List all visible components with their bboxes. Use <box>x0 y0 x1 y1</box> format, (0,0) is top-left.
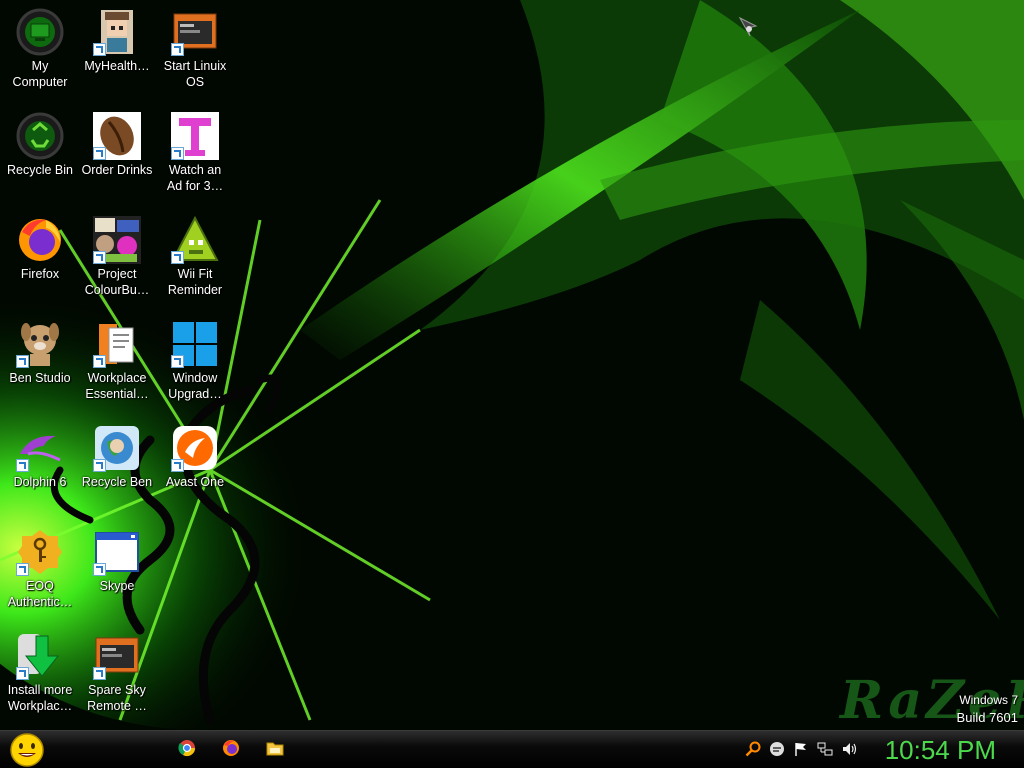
desktop-icon-label: Recycle Ben <box>81 475 153 489</box>
start-button[interactable] <box>8 733 46 767</box>
pixel-person-icon <box>93 8 141 56</box>
desktop-icon[interactable]: Window Upgrad… <box>156 320 234 402</box>
shortcut-arrow-icon <box>171 355 184 368</box>
watermark-line1: Windows 7 <box>959 693 1018 707</box>
os-watermark: Windows 7 Build 7601 <box>957 692 1018 726</box>
desktop-icon-label: Install more Workplac… <box>7 683 73 713</box>
dolphin-icon <box>16 424 64 472</box>
desktop-icon[interactable]: Workplace Essential… <box>78 320 156 402</box>
desktop-icon-label: Watch an Ad for 3… <box>166 163 224 193</box>
desktop-icon-label: Start Linuix OS <box>163 59 227 89</box>
desktop-icon[interactable]: Watch an Ad for 3… <box>156 112 234 194</box>
shortcut-arrow-icon <box>93 147 106 160</box>
folder-icon[interactable] <box>266 739 286 759</box>
my-computer-icon <box>16 8 64 56</box>
documents-icon <box>93 320 141 368</box>
desktop-icon[interactable]: Project ColourBu… <box>78 216 156 298</box>
desktop-icon-label: MyHealth… <box>84 59 150 73</box>
watermark-line2: Build 7601 <box>956 710 1018 725</box>
desktop-icon[interactable]: Start Linuix OS <box>156 8 234 90</box>
desktop-icon-label: Firefox <box>20 267 60 281</box>
desktop-icon[interactable]: My Computer <box>1 8 79 90</box>
desktop-icon-label: Ben Studio <box>9 371 71 385</box>
desktop-icon[interactable]: Recycle Bin <box>1 112 79 178</box>
desktop-icon-label: Dolphin 6 <box>13 475 67 489</box>
taskbar-clock[interactable]: 10:54 PM <box>885 734 996 766</box>
desktop-icon-label: Skype <box>99 579 135 593</box>
desktop-icon-label: Order Drinks <box>81 163 153 177</box>
collage-icon <box>93 216 141 264</box>
pixel-triangle-icon <box>171 215 219 264</box>
desktop-icon[interactable]: Firefox <box>1 216 79 282</box>
shortcut-arrow-icon <box>93 355 106 368</box>
desktop-icon-label: Recycle Bin <box>7 163 73 177</box>
firefox-icon <box>16 216 64 264</box>
chrome-icon[interactable] <box>178 739 198 759</box>
app-window-icon <box>93 528 141 576</box>
desktop-icon[interactable]: Install more Workplac… <box>1 632 79 714</box>
desktop-icon[interactable]: Recycle Ben <box>78 424 156 490</box>
taskbar: 10:54 PM <box>0 730 1024 768</box>
shortcut-arrow-icon <box>16 563 29 576</box>
smiley-start-icon <box>10 733 44 767</box>
desktop-icon-label: Workplace Essential… <box>85 371 149 401</box>
chat-icon[interactable] <box>769 741 785 757</box>
network-icon[interactable] <box>817 741 833 757</box>
shortcut-arrow-icon <box>93 251 106 264</box>
download-arrow-icon <box>16 632 64 680</box>
terminal-window-icon <box>93 632 141 680</box>
desktop-icon-label: Window Upgrad… <box>168 371 222 401</box>
shortcut-arrow-icon <box>16 459 29 472</box>
shortcut-arrow-icon <box>93 459 106 472</box>
volume-icon[interactable] <box>841 741 857 757</box>
recycle-bin-icon <box>16 112 64 160</box>
desktop-icon-label: Spare Sky Remote … <box>87 683 147 713</box>
desktop-icon-label: Avast One <box>165 475 225 489</box>
desktop-icon[interactable]: Avast One <box>156 424 234 490</box>
desktop-icon-label: Project ColourBu… <box>84 267 150 297</box>
windows-logo-icon <box>171 320 219 368</box>
recycle-shortcut-icon[interactable] <box>738 16 758 38</box>
desktop-icon[interactable]: Dolphin 6 <box>1 424 79 490</box>
desktop-icon[interactable]: Ben Studio <box>1 320 79 386</box>
shortcut-arrow-icon <box>93 667 106 680</box>
desktop-icon[interactable]: Wii Fit Reminder <box>156 215 234 298</box>
shortcut-arrow-icon <box>171 43 184 56</box>
desktop-icon[interactable]: Skype <box>78 528 156 594</box>
shortcut-arrow-icon <box>93 563 106 576</box>
terminal-window-icon <box>171 8 219 56</box>
desktop-icon[interactable]: EOQ Authentic… <box>1 528 79 610</box>
avast-icon <box>171 424 219 472</box>
pink-t-icon <box>171 112 219 160</box>
desktop-icon[interactable]: MyHealth… <box>78 8 156 74</box>
desktop-icon-label: EOQ Authentic… <box>7 579 73 609</box>
shortcut-arrow-icon <box>16 355 29 368</box>
talking-dog-icon <box>16 320 64 368</box>
desktop-icon[interactable]: Spare Sky Remote … <box>78 632 156 714</box>
shortcut-arrow-icon <box>171 459 184 472</box>
coffee-bean-icon <box>93 112 141 160</box>
shortcut-arrow-icon <box>16 667 29 680</box>
shortcut-arrow-icon <box>171 147 184 160</box>
flag-icon[interactable] <box>793 741 809 757</box>
desktop-icon-label: My Computer <box>12 59 68 89</box>
key-badge-icon <box>16 528 64 576</box>
desktop-icon[interactable]: Order Drinks <box>78 112 156 178</box>
shortcut-arrow-icon <box>93 43 106 56</box>
search-icon[interactable] <box>745 741 761 757</box>
firefox-icon[interactable] <box>222 739 242 759</box>
earth-recycle-icon <box>93 424 141 472</box>
shortcut-arrow-icon <box>171 251 184 264</box>
desktop-icon-label: Wii Fit Reminder <box>167 267 223 297</box>
